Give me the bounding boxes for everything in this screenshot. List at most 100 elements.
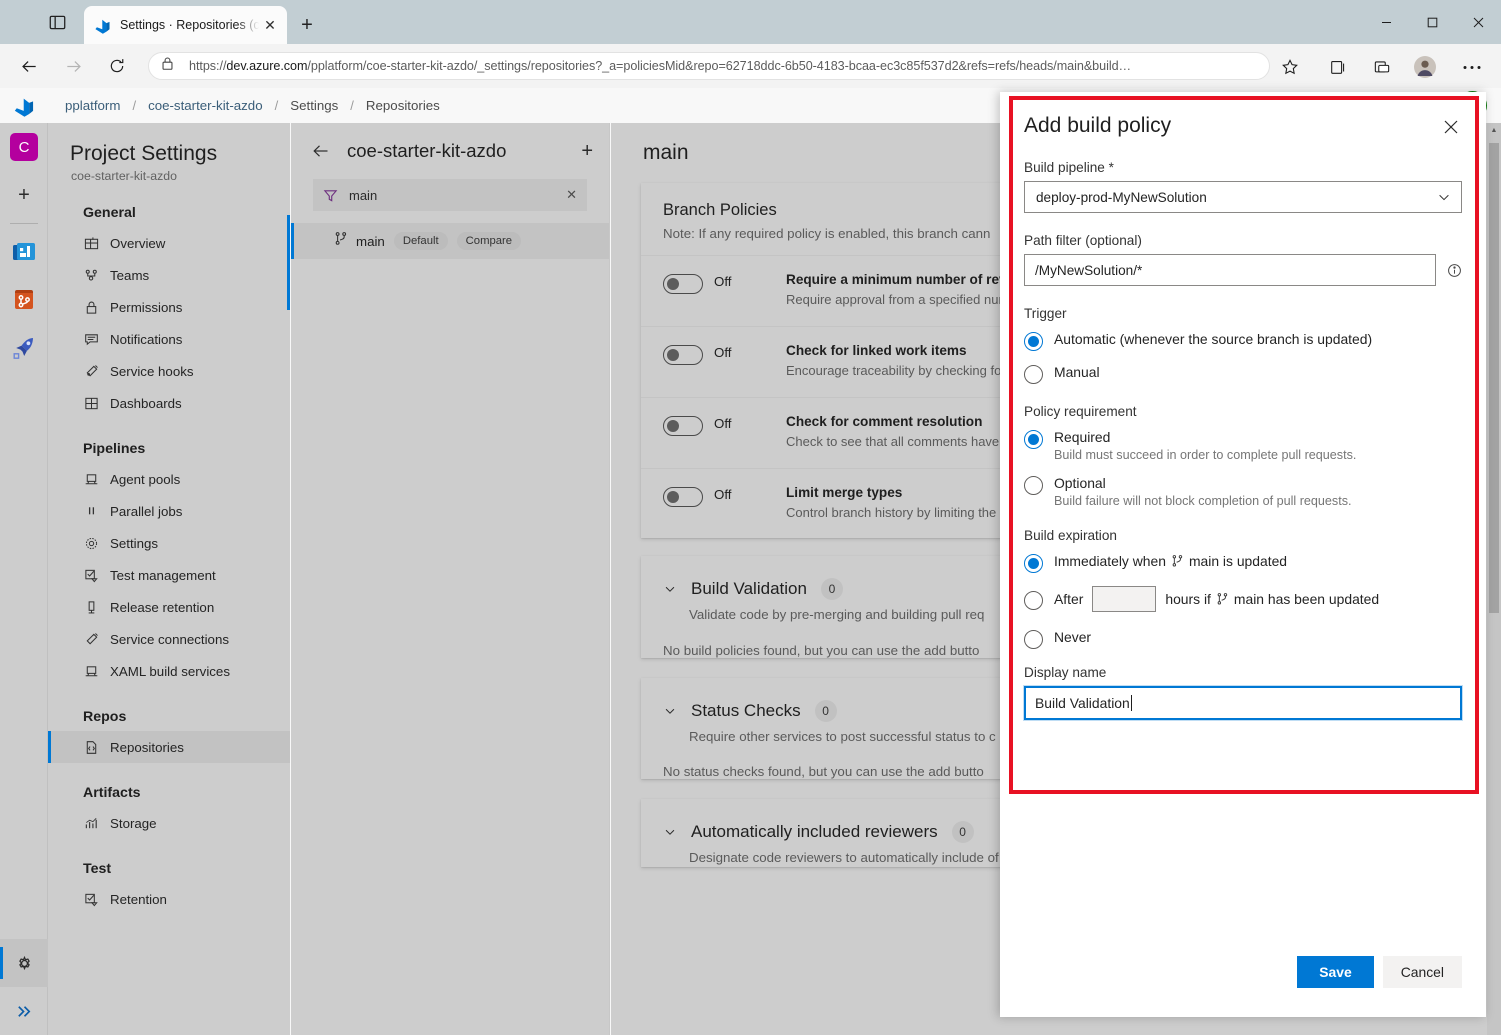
back-arrow-icon[interactable]: [14, 51, 44, 81]
expiration-option-after[interactable]: After hours if main has been updated: [1024, 586, 1462, 612]
sidebar-item-repositories[interactable]: Repositories: [48, 731, 290, 763]
sidebar-item-notifications[interactable]: Notifications: [48, 323, 290, 355]
add-favorite-icon[interactable]: [1276, 53, 1304, 81]
scroll-up-arrow-icon[interactable]: ▲: [1487, 123, 1501, 137]
display-name-input[interactable]: Build Validation: [1024, 686, 1462, 720]
xaml-build-icon: [81, 664, 101, 679]
sidebar-item-label: Retention: [110, 892, 167, 907]
collections-icon[interactable]: [1324, 53, 1352, 81]
breadcrumb-repositories[interactable]: Repositories: [362, 98, 444, 113]
policy-toggle[interactable]: [663, 274, 703, 294]
sidebar-item-service-connections[interactable]: Service connections: [48, 623, 290, 655]
pipelines-icon[interactable]: [0, 324, 48, 372]
radio-content: Immediately when main is updated: [1054, 553, 1462, 569]
expiration-option-immediately[interactable]: Immediately when main is updated: [1024, 553, 1462, 573]
expiration-immediate-pre: Immediately when: [1054, 553, 1166, 569]
list-item[interactable]: main Default Compare: [291, 223, 609, 259]
close-button[interactable]: [1455, 0, 1501, 44]
radio-button[interactable]: [1024, 591, 1043, 610]
policy-option-required[interactable]: Required Build must succeed in order to …: [1024, 429, 1462, 462]
path-filter-input[interactable]: /MyNewSolution/*: [1024, 254, 1436, 286]
policy-option-optional[interactable]: Optional Build failure will not block co…: [1024, 475, 1462, 508]
sidebar-item-retention[interactable]: Retention: [48, 883, 290, 915]
sidebar-item-label: Storage: [110, 816, 157, 831]
azure-devops-logo[interactable]: [13, 95, 35, 117]
sidebar-item-project-settings[interactable]: [0, 939, 48, 987]
profile-icon[interactable]: [1411, 53, 1439, 81]
sidebar-item-agent-pools[interactable]: Agent pools: [48, 463, 290, 495]
policy-toggle[interactable]: [663, 416, 703, 436]
expand-rail-button[interactable]: [0, 987, 48, 1035]
sidebar-item-xaml-build-services[interactable]: XAML build services: [48, 655, 290, 687]
add-build-policy-dialog: Add build policy Build pipeline * deploy…: [1000, 92, 1486, 1017]
new-tab-button[interactable]: +: [294, 12, 320, 38]
chevron-down-icon[interactable]: [663, 825, 681, 839]
reload-icon[interactable]: [102, 51, 132, 81]
branch-filter-value: main: [349, 188, 566, 203]
dialog-header: Add build policy: [1000, 92, 1486, 140]
more-settings-icon[interactable]: [1458, 53, 1486, 81]
scrollbar-thumb[interactable]: [1489, 143, 1499, 613]
radio-button[interactable]: [1024, 476, 1043, 495]
back-arrow-icon[interactable]: [311, 141, 333, 161]
expiration-option-never[interactable]: Never: [1024, 629, 1462, 649]
hours-input[interactable]: [1092, 586, 1156, 612]
sidebar-item-storage[interactable]: Storage: [48, 807, 290, 839]
boards-icon[interactable]: [0, 228, 48, 276]
add-repository-icon[interactable]: +: [581, 140, 593, 163]
branch-filter-input[interactable]: main ✕: [313, 179, 587, 211]
repos-icon[interactable]: [0, 276, 48, 324]
sidebar-item-release-retention[interactable]: Release retention: [48, 591, 290, 623]
chevron-down-icon[interactable]: [663, 582, 681, 596]
save-button[interactable]: Save: [1297, 956, 1373, 988]
trigger-option-automatic[interactable]: Automatic (whenever the source branch is…: [1024, 331, 1462, 351]
sidebar-item-dashboards[interactable]: Dashboards: [48, 387, 290, 419]
breadcrumb-settings[interactable]: Settings: [286, 98, 342, 113]
policy-toggle[interactable]: [663, 487, 703, 507]
clear-filter-icon[interactable]: ✕: [566, 187, 577, 203]
radio-button[interactable]: [1024, 554, 1043, 573]
breadcrumb-project[interactable]: coe-starter-kit-azdo: [144, 98, 267, 113]
radio-content: Optional Build failure will not block co…: [1054, 475, 1462, 508]
create-new-button[interactable]: +: [0, 171, 48, 219]
org-avatar[interactable]: C: [0, 123, 48, 171]
maximize-button[interactable]: [1409, 0, 1455, 44]
compare-badge[interactable]: Compare: [457, 232, 521, 250]
radio-button[interactable]: [1024, 365, 1043, 384]
radio-button[interactable]: [1024, 630, 1043, 649]
browser-essentials-icon[interactable]: [1368, 53, 1396, 81]
path-filter-row: /MyNewSolution/*: [1024, 254, 1462, 286]
build-pipeline-select[interactable]: deploy-prod-MyNewSolution: [1024, 181, 1462, 213]
sidebar-item-label: Permissions: [110, 300, 182, 315]
sidebar-item-overview[interactable]: Overview: [48, 227, 290, 259]
sidebar-group-artifacts: Artifacts: [83, 785, 290, 801]
radio-button[interactable]: [1024, 332, 1043, 351]
expiration-immediate-branch: main: [1189, 553, 1219, 569]
sidebar-item-parallel-jobs[interactable]: Parallel jobs: [48, 495, 290, 527]
radio-label: Automatic (whenever the source branch is…: [1054, 331, 1462, 347]
radio-button[interactable]: [1024, 430, 1043, 449]
sidebar-item-service-hooks[interactable]: Service hooks: [48, 355, 290, 387]
sidebar-item-teams[interactable]: Teams: [48, 259, 290, 291]
info-icon[interactable]: [1436, 263, 1462, 278]
sidebar-item-pipelines-settings[interactable]: Settings: [48, 527, 290, 559]
toggle-state-label: Off: [714, 345, 786, 360]
close-icon[interactable]: [1438, 114, 1464, 140]
sidebar-item-permissions[interactable]: Permissions: [48, 291, 290, 323]
trigger-option-manual[interactable]: Manual: [1024, 364, 1462, 384]
address-bar[interactable]: https://dev.azure.com/pplatform/coe-star…: [148, 52, 1270, 80]
page-scrollbar[interactable]: ▲: [1487, 123, 1501, 1035]
repositories-icon: [81, 740, 101, 755]
tab-close-icon[interactable]: ✕: [261, 16, 279, 34]
browser-tab[interactable]: Settings · Repositories (coe-start ✕: [84, 6, 287, 44]
sidebar-item-test-management[interactable]: Test management: [48, 559, 290, 591]
policy-toggle[interactable]: [663, 345, 703, 365]
cancel-button[interactable]: Cancel: [1383, 956, 1462, 988]
tab-actions-icon[interactable]: [46, 11, 68, 33]
breadcrumb-org[interactable]: pplatform: [61, 98, 124, 113]
org-avatar-letter: C: [10, 133, 38, 161]
minimize-button[interactable]: [1363, 0, 1409, 44]
sidebar-item-label: Repositories: [110, 740, 184, 755]
chevron-down-icon[interactable]: [663, 704, 681, 718]
dialog-footer: Save Cancel: [1297, 956, 1462, 988]
